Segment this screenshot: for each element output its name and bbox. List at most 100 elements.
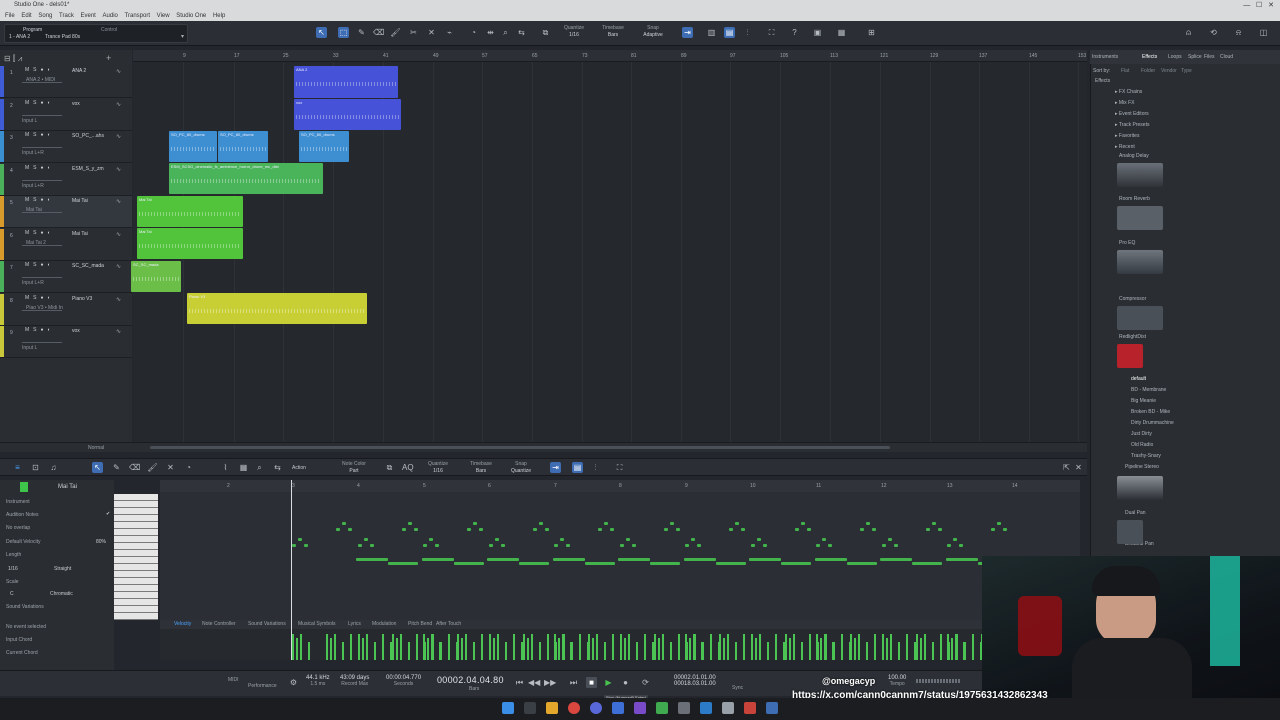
track-header[interactable]: 9 MS●◐ vox Input L ∿ bbox=[0, 326, 132, 358]
lane-tab[interactable]: Velocity bbox=[174, 621, 191, 627]
arrangement-view[interactable] bbox=[133, 50, 1087, 442]
browser-toggle-icon[interactable]: ◫ bbox=[1258, 27, 1269, 38]
editor-eraser-icon[interactable]: ⌫ bbox=[129, 462, 140, 473]
midi-note[interactable] bbox=[997, 522, 1001, 525]
menu-edit[interactable]: Edit bbox=[21, 11, 31, 21]
midi-note[interactable] bbox=[762, 544, 767, 547]
track-input[interactable]: Input L bbox=[22, 345, 37, 351]
velocity-bar[interactable] bbox=[800, 642, 803, 660]
velocity-bar[interactable] bbox=[719, 634, 721, 660]
velocity-bar[interactable] bbox=[915, 634, 918, 660]
velocity-bar[interactable] bbox=[693, 634, 695, 660]
timebase-group[interactable]: Timebase Bars bbox=[598, 25, 628, 39]
preset-item[interactable]: Old Radio bbox=[1131, 442, 1153, 448]
midi-note[interactable] bbox=[669, 522, 674, 525]
track-name[interactable]: ANA 2 bbox=[72, 68, 86, 74]
menu-song[interactable]: Song bbox=[38, 11, 52, 21]
track-name[interactable]: vox bbox=[72, 328, 80, 334]
browser-folder[interactable]: ▸ Favorites bbox=[1115, 133, 1139, 139]
fullscreen-icon[interactable]: ⛶ bbox=[766, 27, 777, 38]
editor-pencil-icon[interactable]: ✎ bbox=[111, 462, 122, 473]
editor-transform-icon[interactable]: ⌇ bbox=[220, 462, 231, 473]
velocity-bar[interactable] bbox=[415, 634, 418, 660]
velocity-bar[interactable] bbox=[947, 634, 949, 660]
midi-note[interactable] bbox=[945, 558, 978, 561]
velocity-bar[interactable] bbox=[395, 638, 398, 660]
midi-note[interactable] bbox=[887, 538, 892, 541]
stop-button[interactable]: ■ bbox=[586, 677, 597, 688]
audition-checkbox[interactable]: ✔ bbox=[106, 511, 110, 517]
inspector-icon[interactable]: ▣ bbox=[812, 27, 823, 38]
snap-toggle-icon[interactable]: ⇥ bbox=[682, 27, 693, 38]
midi-note[interactable] bbox=[947, 544, 951, 547]
midi-note[interactable] bbox=[663, 528, 668, 531]
velocity-bar[interactable] bbox=[330, 638, 332, 660]
editor-zoom-icon[interactable]: ⌕ bbox=[254, 462, 265, 473]
play-button[interactable]: ▶ bbox=[603, 677, 614, 688]
velocity-bar[interactable] bbox=[653, 634, 656, 660]
midi-note[interactable] bbox=[388, 562, 418, 565]
velocity-bar[interactable] bbox=[677, 634, 680, 660]
velocity-bar[interactable] bbox=[824, 634, 826, 660]
sort-folder[interactable]: Folder bbox=[1141, 68, 1155, 74]
rewind-icon[interactable]: ◀◀ bbox=[528, 677, 540, 688]
track-name[interactable]: SO_PC_...ahs bbox=[72, 133, 104, 139]
track-input[interactable]: Input L bbox=[22, 118, 37, 124]
paint-tool-icon[interactable]: 🖌 bbox=[390, 27, 401, 38]
arrange-clip[interactable]: SO_PC_80_drums bbox=[218, 131, 268, 162]
velocity-bar[interactable] bbox=[292, 634, 294, 660]
loop-button[interactable]: ⟳ bbox=[640, 677, 651, 688]
editor-quantize-group[interactable]: Quantize 1/16 bbox=[424, 461, 452, 475]
velocity-bar[interactable] bbox=[570, 642, 572, 660]
velocity-bar[interactable] bbox=[743, 634, 745, 660]
editor-follow-icon[interactable]: ⫶ bbox=[590, 462, 601, 473]
midi-note[interactable] bbox=[650, 562, 680, 565]
midi-note[interactable] bbox=[872, 528, 876, 531]
arrange-clip[interactable]: SC_SC_mada bbox=[131, 261, 181, 292]
scale-key[interactable]: C bbox=[10, 591, 14, 597]
cpu-gauge-icon[interactable]: ⚙ bbox=[288, 677, 299, 688]
browser-tab-files[interactable]: Files bbox=[1204, 54, 1215, 60]
velocity-bar[interactable] bbox=[854, 638, 856, 660]
preset-item[interactable]: Dirty Drummachine bbox=[1131, 420, 1174, 426]
track-name[interactable]: SC_SC_mada bbox=[72, 263, 104, 269]
midi-note[interactable] bbox=[538, 522, 543, 525]
velocity-bar[interactable] bbox=[885, 638, 888, 660]
editor-paint-icon[interactable]: 🖌 bbox=[147, 462, 158, 473]
lane-tab[interactable]: Note Controller bbox=[202, 621, 236, 627]
sort-vendor[interactable]: Vendor bbox=[1161, 68, 1177, 74]
midi-note[interactable] bbox=[304, 544, 308, 547]
midi-note[interactable] bbox=[806, 528, 811, 531]
split-tool-icon[interactable]: ✂ bbox=[408, 27, 419, 38]
editor-scroll-icon[interactable]: ⇆ bbox=[272, 462, 283, 473]
velocity-bar[interactable] bbox=[382, 634, 384, 660]
midi-note[interactable] bbox=[544, 528, 549, 531]
lane-tab[interactable]: After Touch bbox=[436, 621, 461, 627]
autoscroll-icon[interactable]: ⇆ bbox=[516, 27, 527, 38]
app-icon-6[interactable] bbox=[722, 702, 734, 714]
velocity-bar[interactable] bbox=[461, 638, 463, 660]
studio-one-taskbar-icon[interactable] bbox=[766, 702, 778, 714]
editor-icon-2[interactable]: ⊡ bbox=[30, 462, 41, 473]
midi-note[interactable] bbox=[715, 562, 746, 565]
plugin-thumbnail[interactable] bbox=[1117, 344, 1143, 368]
midi-note[interactable] bbox=[1003, 528, 1007, 531]
velocity-bar[interactable] bbox=[427, 638, 429, 660]
range-tool-icon[interactable]: ⬚ bbox=[338, 27, 349, 38]
velocity-bar[interactable] bbox=[399, 634, 402, 660]
midi-note[interactable] bbox=[675, 528, 680, 531]
velocity-bar[interactable] bbox=[496, 634, 499, 660]
velocity-bar[interactable] bbox=[635, 642, 638, 660]
editor-arrow-tool-icon[interactable]: ↖ bbox=[92, 462, 103, 473]
end-icon[interactable]: ⏭ bbox=[568, 677, 579, 688]
track-list-icons[interactable]: ⊟ ⫿ ⩘ bbox=[4, 54, 22, 64]
velocity-bar[interactable] bbox=[439, 642, 441, 660]
velocity-bar[interactable] bbox=[504, 642, 507, 660]
midi-note[interactable] bbox=[937, 528, 942, 531]
plugin-thumbnail[interactable] bbox=[1117, 476, 1163, 500]
midi-note[interactable] bbox=[631, 544, 636, 547]
midi-note[interactable] bbox=[336, 528, 340, 531]
midi-note[interactable] bbox=[800, 522, 805, 525]
midi-note[interactable] bbox=[822, 538, 826, 541]
velocity-bar[interactable] bbox=[546, 634, 549, 660]
